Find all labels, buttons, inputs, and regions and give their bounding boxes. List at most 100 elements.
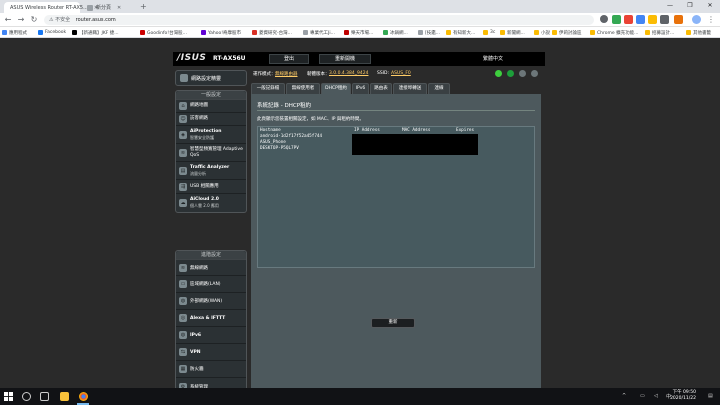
menu-vpn[interactable]: ⇆ VPN — [176, 344, 246, 361]
usb-status-icon[interactable] — [519, 70, 526, 77]
tab-dhcp-leases[interactable]: DHCP租約 — [321, 83, 351, 94]
router-ui: /ISUS RT-AX56U 登出 重新開機 繁體中文 網路設定精靈 一般設定 … — [173, 52, 545, 396]
language-select[interactable]: 繁體中文 — [483, 55, 503, 62]
network-icon[interactable]: ▭ — [640, 393, 645, 399]
tray-chevron-icon[interactable]: ^ — [622, 393, 626, 399]
ssid-value-link[interactable]: ASUS_F0 — [391, 71, 411, 76]
router-content: 運作模式： 無線路由器 韌體版本： 3.0.0.4.384_9424 SSID:… — [251, 68, 545, 388]
tab-general-log[interactable]: 一般記錄檔 — [251, 83, 285, 94]
tab-ipv6[interactable]: IPv6 — [352, 83, 369, 94]
tab-router[interactable]: ASUS Wireless Router RT-AX5... ✕ — [4, 2, 98, 13]
bookmark-other[interactable]: 其他書籤 — [686, 29, 711, 36]
menu-alexa-ifttt[interactable]: ◎ Alexa & IFTTT — [176, 310, 246, 327]
security-indicator[interactable]: ⚠ 不安全 — [49, 17, 70, 23]
close-window-icon[interactable]: ✕ — [700, 0, 720, 12]
bookmark-item[interactable]: Chrome 擴充功能... — [590, 29, 638, 36]
bookmark-item[interactable]: 伊莉討論區 — [552, 29, 582, 36]
bookmark-favicon-icon — [383, 30, 388, 35]
bookmark-item[interactable]: 菱資研究-台灣... — [252, 29, 292, 36]
internet-status-icon[interactable] — [495, 70, 502, 77]
more-menu-icon[interactable]: ⋮ — [705, 14, 717, 26]
file-explorer-icon[interactable] — [60, 392, 69, 401]
url-text: router.asus.com — [75, 17, 116, 23]
dhcp-lease-log[interactable]: Hostname IP Address MAC Address Expires … — [257, 126, 535, 268]
logout-button[interactable]: 登出 — [269, 54, 309, 64]
mode-label: 運作模式： — [253, 72, 276, 77]
wifi-icon: ≋ — [179, 263, 187, 272]
bookmark-item[interactable]: 【新通職】JKF 捷... — [72, 29, 119, 36]
tab-title: ASUS Wireless Router RT-AX5... — [10, 4, 88, 11]
folder-icon — [645, 30, 650, 35]
menu-traffic-analyzer[interactable]: ▤ Traffic Analyzer 流量分析 — [176, 162, 246, 180]
extension-icon[interactable] — [624, 15, 633, 24]
chrome-icon[interactable] — [79, 392, 88, 401]
extensions-puzzle-icon[interactable] — [660, 15, 669, 24]
tab-new[interactable]: 新分頁 ✕ — [84, 2, 134, 13]
bookmark-item[interactable]: 3c — [483, 29, 495, 36]
task-view-icon[interactable] — [40, 392, 49, 401]
browser-tabstrip: ASUS Wireless Router RT-AX5... ✕ 新分頁 ✕ +… — [0, 0, 720, 13]
menu-guest-network[interactable]: ☺ 訪客網路 — [176, 113, 246, 126]
menu-aicloud[interactable]: ☁ AiCloud 2.0 個人雲 2.0 應用 — [176, 194, 246, 212]
extension-icon[interactable] — [636, 15, 645, 24]
menu-wan[interactable]: ◍ 外部網路(WAN) — [176, 293, 246, 310]
tab-wireless-log[interactable]: 無線使用者 — [286, 83, 320, 94]
asus-logo: /ISUS — [177, 53, 207, 63]
bookmark-item[interactable]: 冰鍋網... — [383, 29, 408, 36]
wizard-icon — [180, 74, 188, 82]
bookmark-item[interactable]: Yahoo!奇摩股市 — [201, 29, 241, 36]
menu-adaptive-qos[interactable]: ≋ 智慧型頻寬管理 Adaptive QoS — [176, 144, 246, 162]
bookmark-apps[interactable]: 應用程式 — [2, 29, 27, 36]
back-icon[interactable]: ← — [2, 14, 14, 26]
bookmark-item[interactable]: 樂天市場... — [344, 29, 373, 36]
general-settings-group: 一般設定 ⌂ 網路地圖 ☺ 訪客網路 ◈ AiProtection 智慧安全防護 ≋ 智慧… — [175, 90, 247, 213]
tab-port-forwarding[interactable]: 連接埠轉送 — [393, 83, 427, 94]
volume-icon[interactable]: ◁ — [654, 393, 658, 399]
table-row: android-1d2f17f52a45f744 — [260, 134, 323, 139]
mode-value-link[interactable]: 無線路由器 — [275, 71, 298, 77]
reload-icon[interactable]: ↻ — [28, 14, 40, 26]
menu-ipv6[interactable]: ◍ IPv6 — [176, 327, 246, 344]
refresh-button[interactable]: 重新 — [371, 318, 415, 328]
yahoo-icon — [201, 30, 206, 35]
address-bar[interactable]: ⚠ 不安全 router.asus.com — [44, 15, 594, 25]
traffic-analyzer-icon: ▤ — [179, 166, 187, 175]
bookmark-item[interactable]: Goodinfo!台灣股... — [140, 29, 187, 36]
model-name: RT-AX56U — [213, 55, 246, 62]
app-status-icon[interactable] — [531, 70, 538, 77]
search-icon[interactable] — [22, 392, 31, 401]
avatar[interactable] — [692, 15, 701, 24]
menu-usb-application[interactable]: ⇶ USB 相關應用 — [176, 180, 246, 194]
minimize-icon[interactable]: — — [660, 0, 680, 12]
reboot-button[interactable]: 重新開機 — [319, 54, 371, 64]
bookmark-item[interactable]: Facebook — [38, 29, 66, 36]
folder-icon — [500, 30, 505, 35]
bookmark-item[interactable]: 新聞網... — [500, 29, 525, 36]
bookmark-item[interactable]: [技鑑... — [418, 29, 440, 36]
windows-start-icon[interactable] — [4, 392, 13, 401]
forward-icon[interactable]: → — [15, 14, 27, 26]
extension-icon[interactable] — [648, 15, 657, 24]
bookmark-item[interactable]: 招募設計... — [645, 29, 674, 36]
system-clock[interactable]: 下午 09:50 2020/11/22 — [670, 390, 696, 402]
wifi-status-icon[interactable] — [507, 70, 514, 77]
new-tab-button[interactable]: + — [140, 2, 147, 12]
qis-button[interactable]: 網路設定精靈 — [175, 70, 247, 86]
bookmark-item[interactable]: 專業代工Ji... — [303, 29, 335, 36]
extension-icon[interactable] — [674, 15, 683, 24]
bookmark-item[interactable]: 小說 — [534, 29, 550, 36]
menu-network-map[interactable]: ⌂ 網路地圖 — [176, 100, 246, 113]
star-icon[interactable] — [600, 15, 608, 23]
menu-aiprotection[interactable]: ◈ AiProtection 智慧安全防護 — [176, 126, 246, 144]
menu-wireless[interactable]: ≋ 無線網路 — [176, 260, 246, 276]
menu-lan[interactable]: ▭ 區域網路(LAN) — [176, 276, 246, 293]
maximize-icon[interactable]: ❐ — [680, 0, 700, 12]
close-icon[interactable]: ✕ — [117, 5, 121, 11]
extension-icon[interactable] — [612, 15, 621, 24]
notification-icon[interactable]: ▤ — [708, 393, 713, 399]
bookmark-item[interactable]: 有知新大... — [446, 29, 475, 36]
firmware-version-link[interactable]: 3.0.0.4.384_9424 — [329, 71, 368, 76]
tab-connections[interactable]: 連線 — [428, 83, 450, 94]
tab-routing-table[interactable]: 路由表 — [370, 83, 392, 94]
menu-firewall[interactable]: ▦ 防火牆 — [176, 361, 246, 378]
